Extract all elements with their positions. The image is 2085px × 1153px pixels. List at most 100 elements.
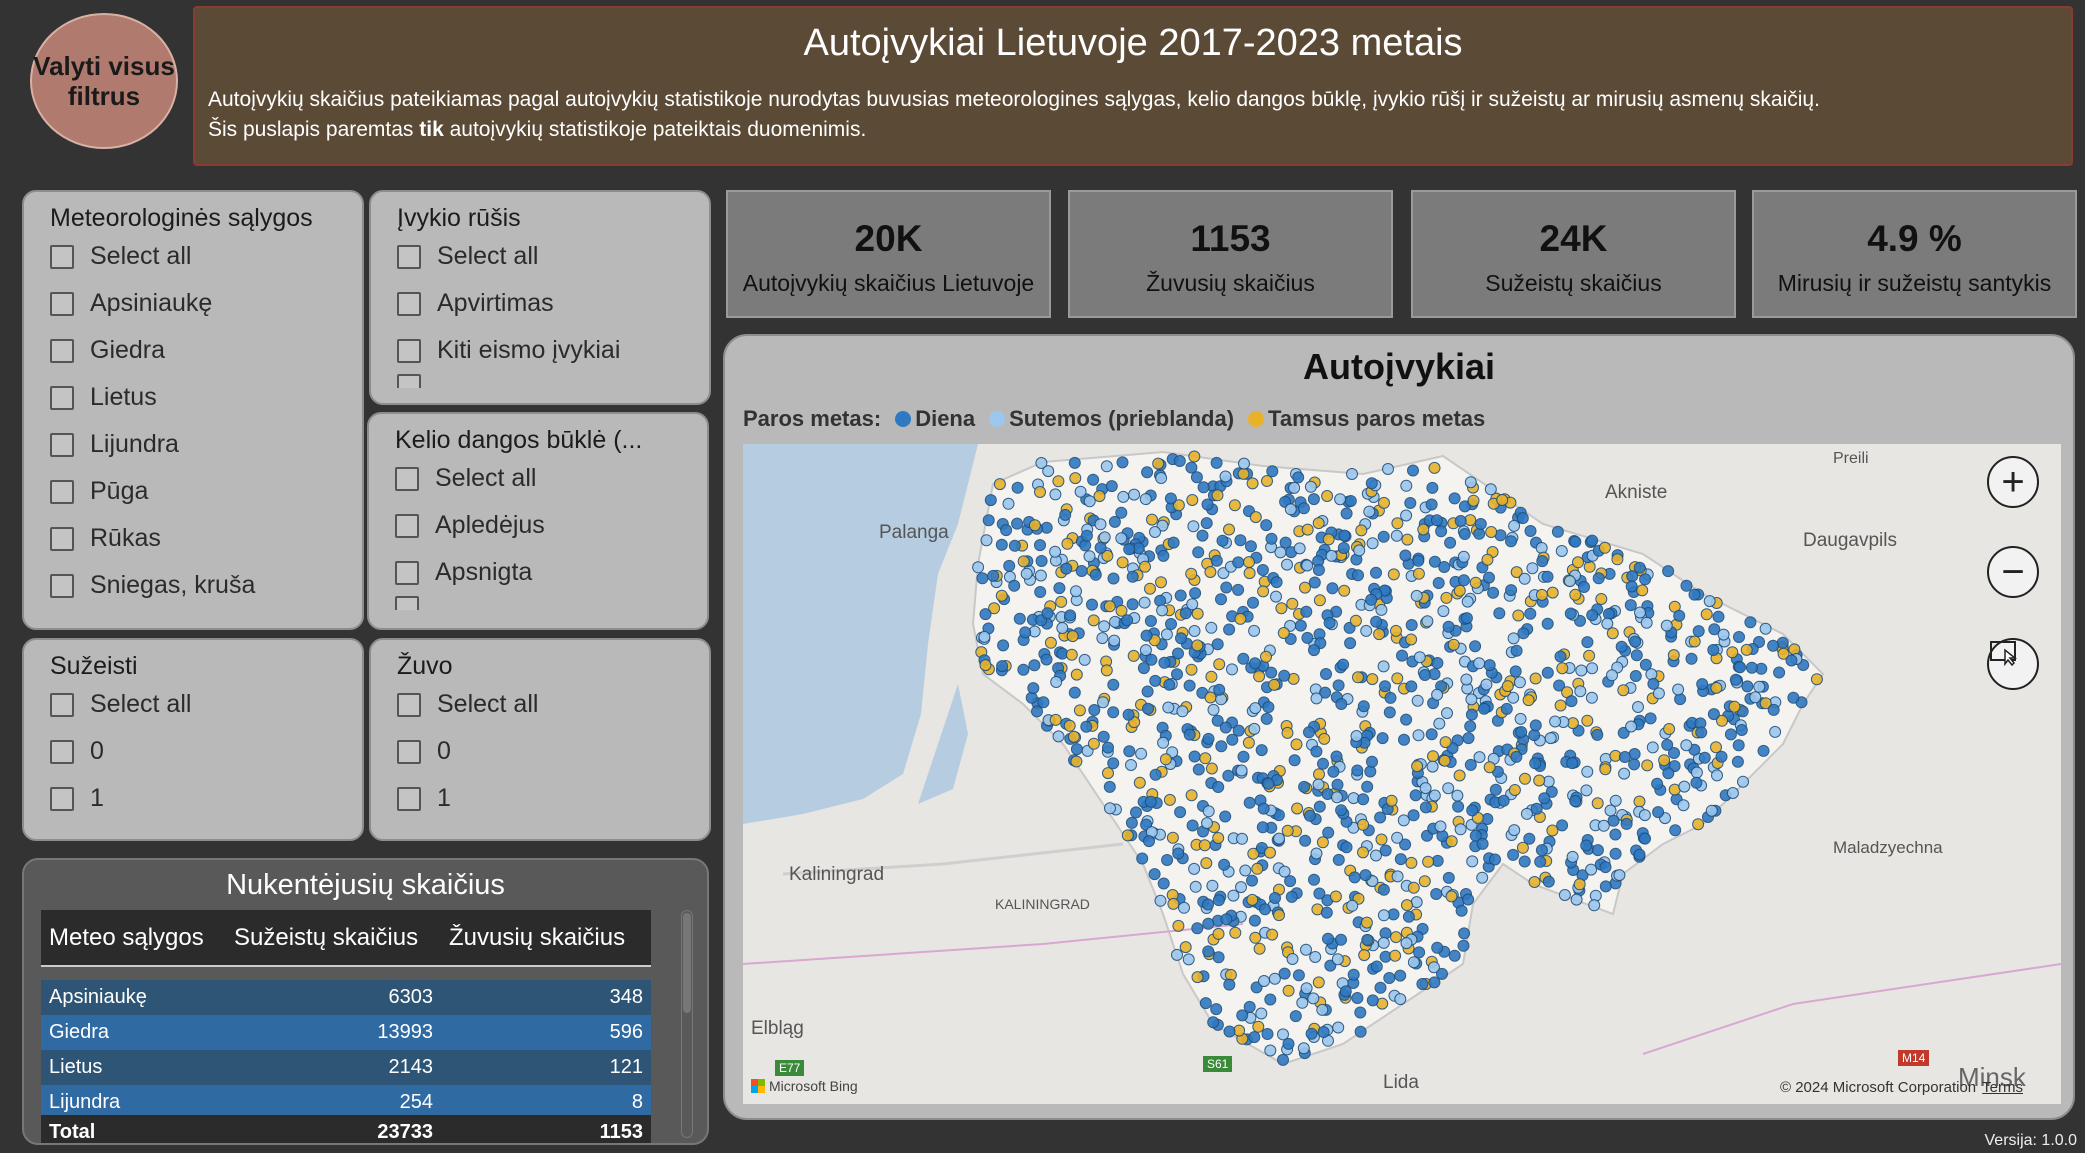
accident-point[interactable] (1735, 724, 1748, 736)
accident-point[interactable] (1387, 568, 1400, 581)
accident-point[interactable] (1204, 566, 1217, 578)
accident-point[interactable] (1167, 536, 1180, 549)
accident-point[interactable] (1322, 932, 1334, 945)
accident-point[interactable] (979, 608, 992, 621)
accident-point[interactable] (1256, 564, 1269, 576)
accident-point[interactable] (1413, 946, 1426, 959)
accident-point[interactable] (1402, 910, 1415, 923)
accident-point[interactable] (1601, 617, 1614, 630)
accident-point[interactable] (1419, 801, 1432, 814)
accident-point[interactable] (1335, 698, 1348, 710)
accident-point[interactable] (1448, 492, 1461, 505)
accident-point[interactable] (1275, 602, 1288, 615)
accident-point[interactable] (1305, 1027, 1318, 1040)
accident-point[interactable] (1312, 564, 1325, 576)
accident-point[interactable] (1524, 607, 1537, 620)
accident-point[interactable] (1249, 511, 1262, 524)
accident-point[interactable] (1357, 793, 1370, 806)
accident-point[interactable] (1171, 668, 1183, 681)
accident-point[interactable] (1404, 497, 1417, 509)
accident-point[interactable] (1370, 566, 1382, 579)
accident-point[interactable] (995, 538, 1008, 551)
accident-point[interactable] (1037, 696, 1050, 709)
accident-point[interactable] (1041, 607, 1054, 620)
accident-point[interactable] (1673, 609, 1686, 622)
accident-point[interactable] (1383, 706, 1396, 719)
accident-point[interactable] (1262, 701, 1275, 714)
accident-point[interactable] (1083, 495, 1096, 508)
accident-point[interactable] (1264, 1044, 1277, 1057)
accident-point[interactable] (1618, 751, 1631, 763)
accident-point[interactable] (1265, 532, 1278, 545)
filter-option[interactable]: Apledėjus (395, 502, 707, 549)
accident-point[interactable] (1662, 767, 1675, 780)
accident-point[interactable] (1514, 712, 1527, 725)
accident-point[interactable] (1094, 541, 1107, 554)
accident-point[interactable] (1633, 795, 1646, 808)
accident-point[interactable] (1298, 780, 1311, 793)
accident-point[interactable] (1599, 861, 1612, 874)
accident-point[interactable] (1211, 489, 1224, 502)
accident-point[interactable] (1464, 476, 1477, 489)
accident-point[interactable] (1144, 582, 1156, 595)
accident-point[interactable] (1355, 524, 1368, 537)
accident-point[interactable] (1442, 620, 1455, 633)
filter-option[interactable]: Lietus (50, 374, 362, 421)
accident-point[interactable] (1564, 607, 1577, 620)
accident-point[interactable] (1435, 525, 1448, 538)
accident-point[interactable] (1462, 732, 1475, 745)
accident-point[interactable] (1312, 517, 1325, 530)
accident-point[interactable] (1526, 562, 1539, 575)
legend-item-dusk[interactable]: Sutemos (prieblanda) (1009, 406, 1234, 432)
accident-point[interactable] (1640, 616, 1653, 629)
accident-point[interactable] (1660, 619, 1673, 632)
accident-point[interactable] (1442, 782, 1455, 795)
accident-point[interactable] (1270, 590, 1282, 603)
accident-point[interactable] (1264, 846, 1276, 859)
accident-point[interactable] (1570, 893, 1583, 906)
accident-point[interactable] (1138, 596, 1151, 609)
accident-point[interactable] (1529, 719, 1542, 732)
accident-point[interactable] (1186, 494, 1199, 506)
accident-point[interactable] (1128, 488, 1141, 501)
accident-point[interactable] (1269, 892, 1281, 904)
accident-point[interactable] (1162, 701, 1175, 714)
accident-point[interactable] (1767, 703, 1780, 716)
accident-point[interactable] (1139, 560, 1151, 573)
accident-point[interactable] (1733, 631, 1745, 643)
accident-point[interactable] (1017, 663, 1030, 676)
accident-point[interactable] (1199, 752, 1212, 765)
accident-point[interactable] (1554, 699, 1567, 712)
accident-point[interactable] (1000, 524, 1013, 537)
accident-point[interactable] (1093, 490, 1106, 503)
accident-point[interactable] (1149, 674, 1162, 687)
accident-point[interactable] (1726, 787, 1739, 799)
accident-point[interactable] (1385, 794, 1398, 807)
accident-point[interactable] (1223, 1025, 1236, 1038)
zoom-out-button[interactable]: − (1987, 546, 2039, 598)
accident-point[interactable] (1258, 975, 1270, 987)
accident-point[interactable] (1074, 485, 1087, 498)
accident-point[interactable] (1688, 635, 1701, 648)
accident-point[interactable] (1496, 494, 1509, 506)
accident-point[interactable] (1474, 518, 1487, 530)
accident-point[interactable] (1430, 888, 1443, 900)
accident-point[interactable] (1633, 848, 1646, 861)
accident-point[interactable] (1253, 670, 1266, 683)
select-region-button[interactable] (1987, 638, 2039, 690)
accident-point[interactable] (1200, 857, 1213, 870)
accident-point[interactable] (1667, 649, 1680, 662)
accident-point[interactable] (1513, 676, 1526, 689)
accident-point[interactable] (978, 630, 991, 643)
accident-point[interactable] (1192, 546, 1205, 559)
accident-point[interactable] (1398, 733, 1410, 746)
filter-option[interactable]: Sniegas, kruša (50, 562, 362, 609)
accident-point[interactable] (1440, 591, 1453, 604)
accident-point[interactable] (1767, 639, 1780, 652)
accident-point[interactable] (1235, 764, 1248, 777)
accident-point[interactable] (1581, 714, 1594, 727)
accident-point[interactable] (1215, 593, 1227, 606)
accident-point[interactable] (1107, 572, 1120, 585)
accident-point[interactable] (1145, 653, 1158, 666)
accident-point[interactable] (1279, 536, 1292, 549)
